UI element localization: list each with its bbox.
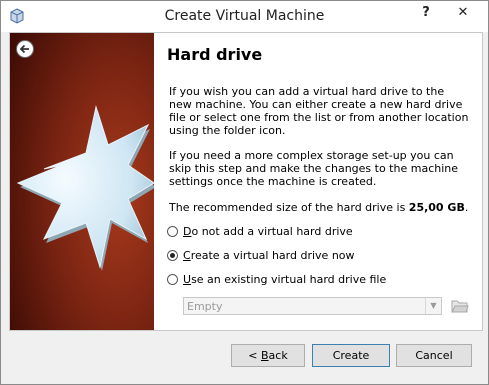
- back-button[interactable]: < Back: [231, 344, 305, 367]
- title-bar[interactable]: Create Virtual Machine ? ✕: [1, 1, 488, 32]
- label-rest: se an existing virtual hard drive file: [191, 273, 387, 286]
- recommended-suffix: .: [464, 201, 469, 214]
- mnemonic: U: [183, 273, 192, 286]
- back-arrow-icon[interactable]: [15, 39, 35, 59]
- option-label: Use an existing virtual hard drive file: [183, 273, 386, 287]
- banner-graphic: [10, 33, 154, 330]
- radio-no-hard-drive[interactable]: [167, 226, 178, 237]
- recommended-size-text: The recommended size of the hard drive i…: [169, 201, 469, 214]
- wizard-page: Hard drive If you wish you can add a vir…: [167, 33, 472, 330]
- close-button[interactable]: ✕: [444, 3, 482, 23]
- label-rest: reate a virtual hard drive now: [190, 249, 355, 262]
- mnemonic: C: [183, 249, 191, 262]
- complex-storage-paragraph: If you need a more complex storage set-u…: [169, 149, 459, 188]
- page-title: Hard drive: [167, 45, 263, 64]
- recommended-size-value: 25,00 GB: [408, 201, 465, 214]
- cancel-button[interactable]: Cancel: [396, 344, 472, 367]
- label-rest: o not add a virtual hard drive: [191, 225, 353, 238]
- wizard-content: Hard drive If you wish you can add a vir…: [9, 32, 483, 331]
- option-label: Do not add a virtual hard drive: [183, 225, 353, 239]
- create-button[interactable]: Create: [312, 344, 390, 367]
- help-button[interactable]: ?: [413, 3, 439, 23]
- wizard-banner: [10, 33, 154, 330]
- combo-value: Empty: [187, 300, 223, 313]
- back-mnemonic: B: [261, 349, 269, 362]
- option-label: Create a virtual hard drive now: [183, 249, 355, 263]
- radio-create-hard-drive[interactable]: [167, 250, 178, 261]
- hard-drive-file-select[interactable]: Empty ▼: [183, 297, 442, 315]
- back-rest: ack: [268, 349, 288, 362]
- intro-paragraph: If you wish you can add a virtual hard d…: [169, 85, 469, 137]
- dialog-window: Create Virtual Machine ? ✕ Hard drive If…: [0, 0, 489, 385]
- recommended-prefix: The recommended size of the hard drive i…: [169, 201, 409, 214]
- radio-existing-hard-drive[interactable]: [167, 274, 178, 285]
- back-prefix: <: [248, 349, 261, 362]
- folder-icon[interactable]: [451, 298, 469, 314]
- chevron-down-icon[interactable]: ▼: [425, 298, 441, 314]
